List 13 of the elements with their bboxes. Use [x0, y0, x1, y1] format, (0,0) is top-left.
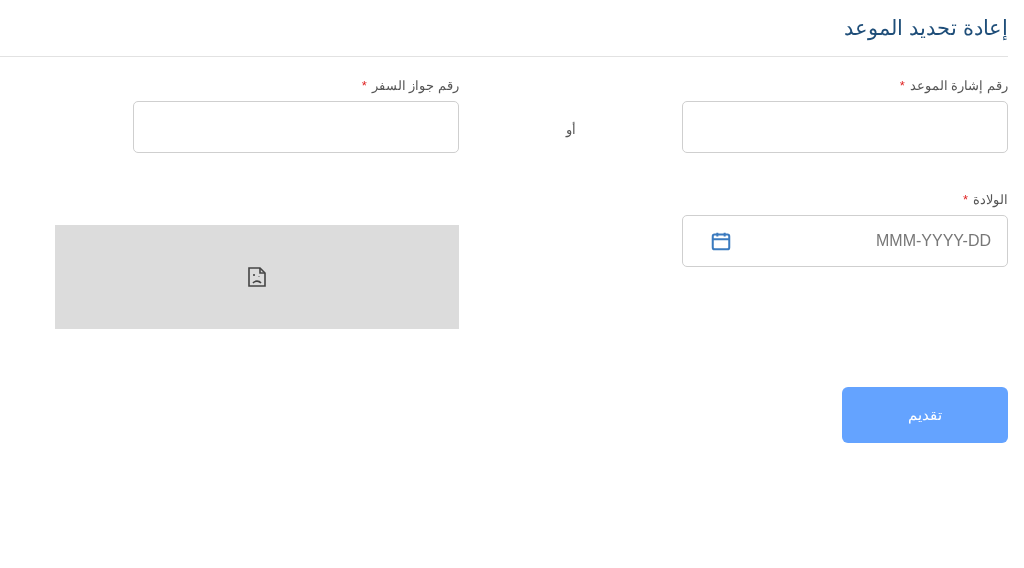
- field-label: الولادة: [973, 191, 1008, 209]
- or-separator: أو: [565, 121, 576, 139]
- required-asterisk: *: [962, 191, 968, 209]
- broken-image-icon: [248, 267, 266, 287]
- field-label: رقم جواز السفر: [371, 77, 459, 95]
- input-field[interactable]: [682, 101, 1008, 153]
- field-label: رقم إشارة الموعد: [909, 77, 1008, 95]
- required-asterisk: *: [361, 77, 367, 95]
- calendar-icon[interactable]: [710, 230, 732, 252]
- input-field[interactable]: [133, 101, 459, 153]
- page-title: إعادة تحديد الموعد: [844, 15, 1008, 42]
- required-asterisk: *: [899, 77, 905, 95]
- date-field[interactable]: MMM-YYYY-DD: [682, 215, 1008, 267]
